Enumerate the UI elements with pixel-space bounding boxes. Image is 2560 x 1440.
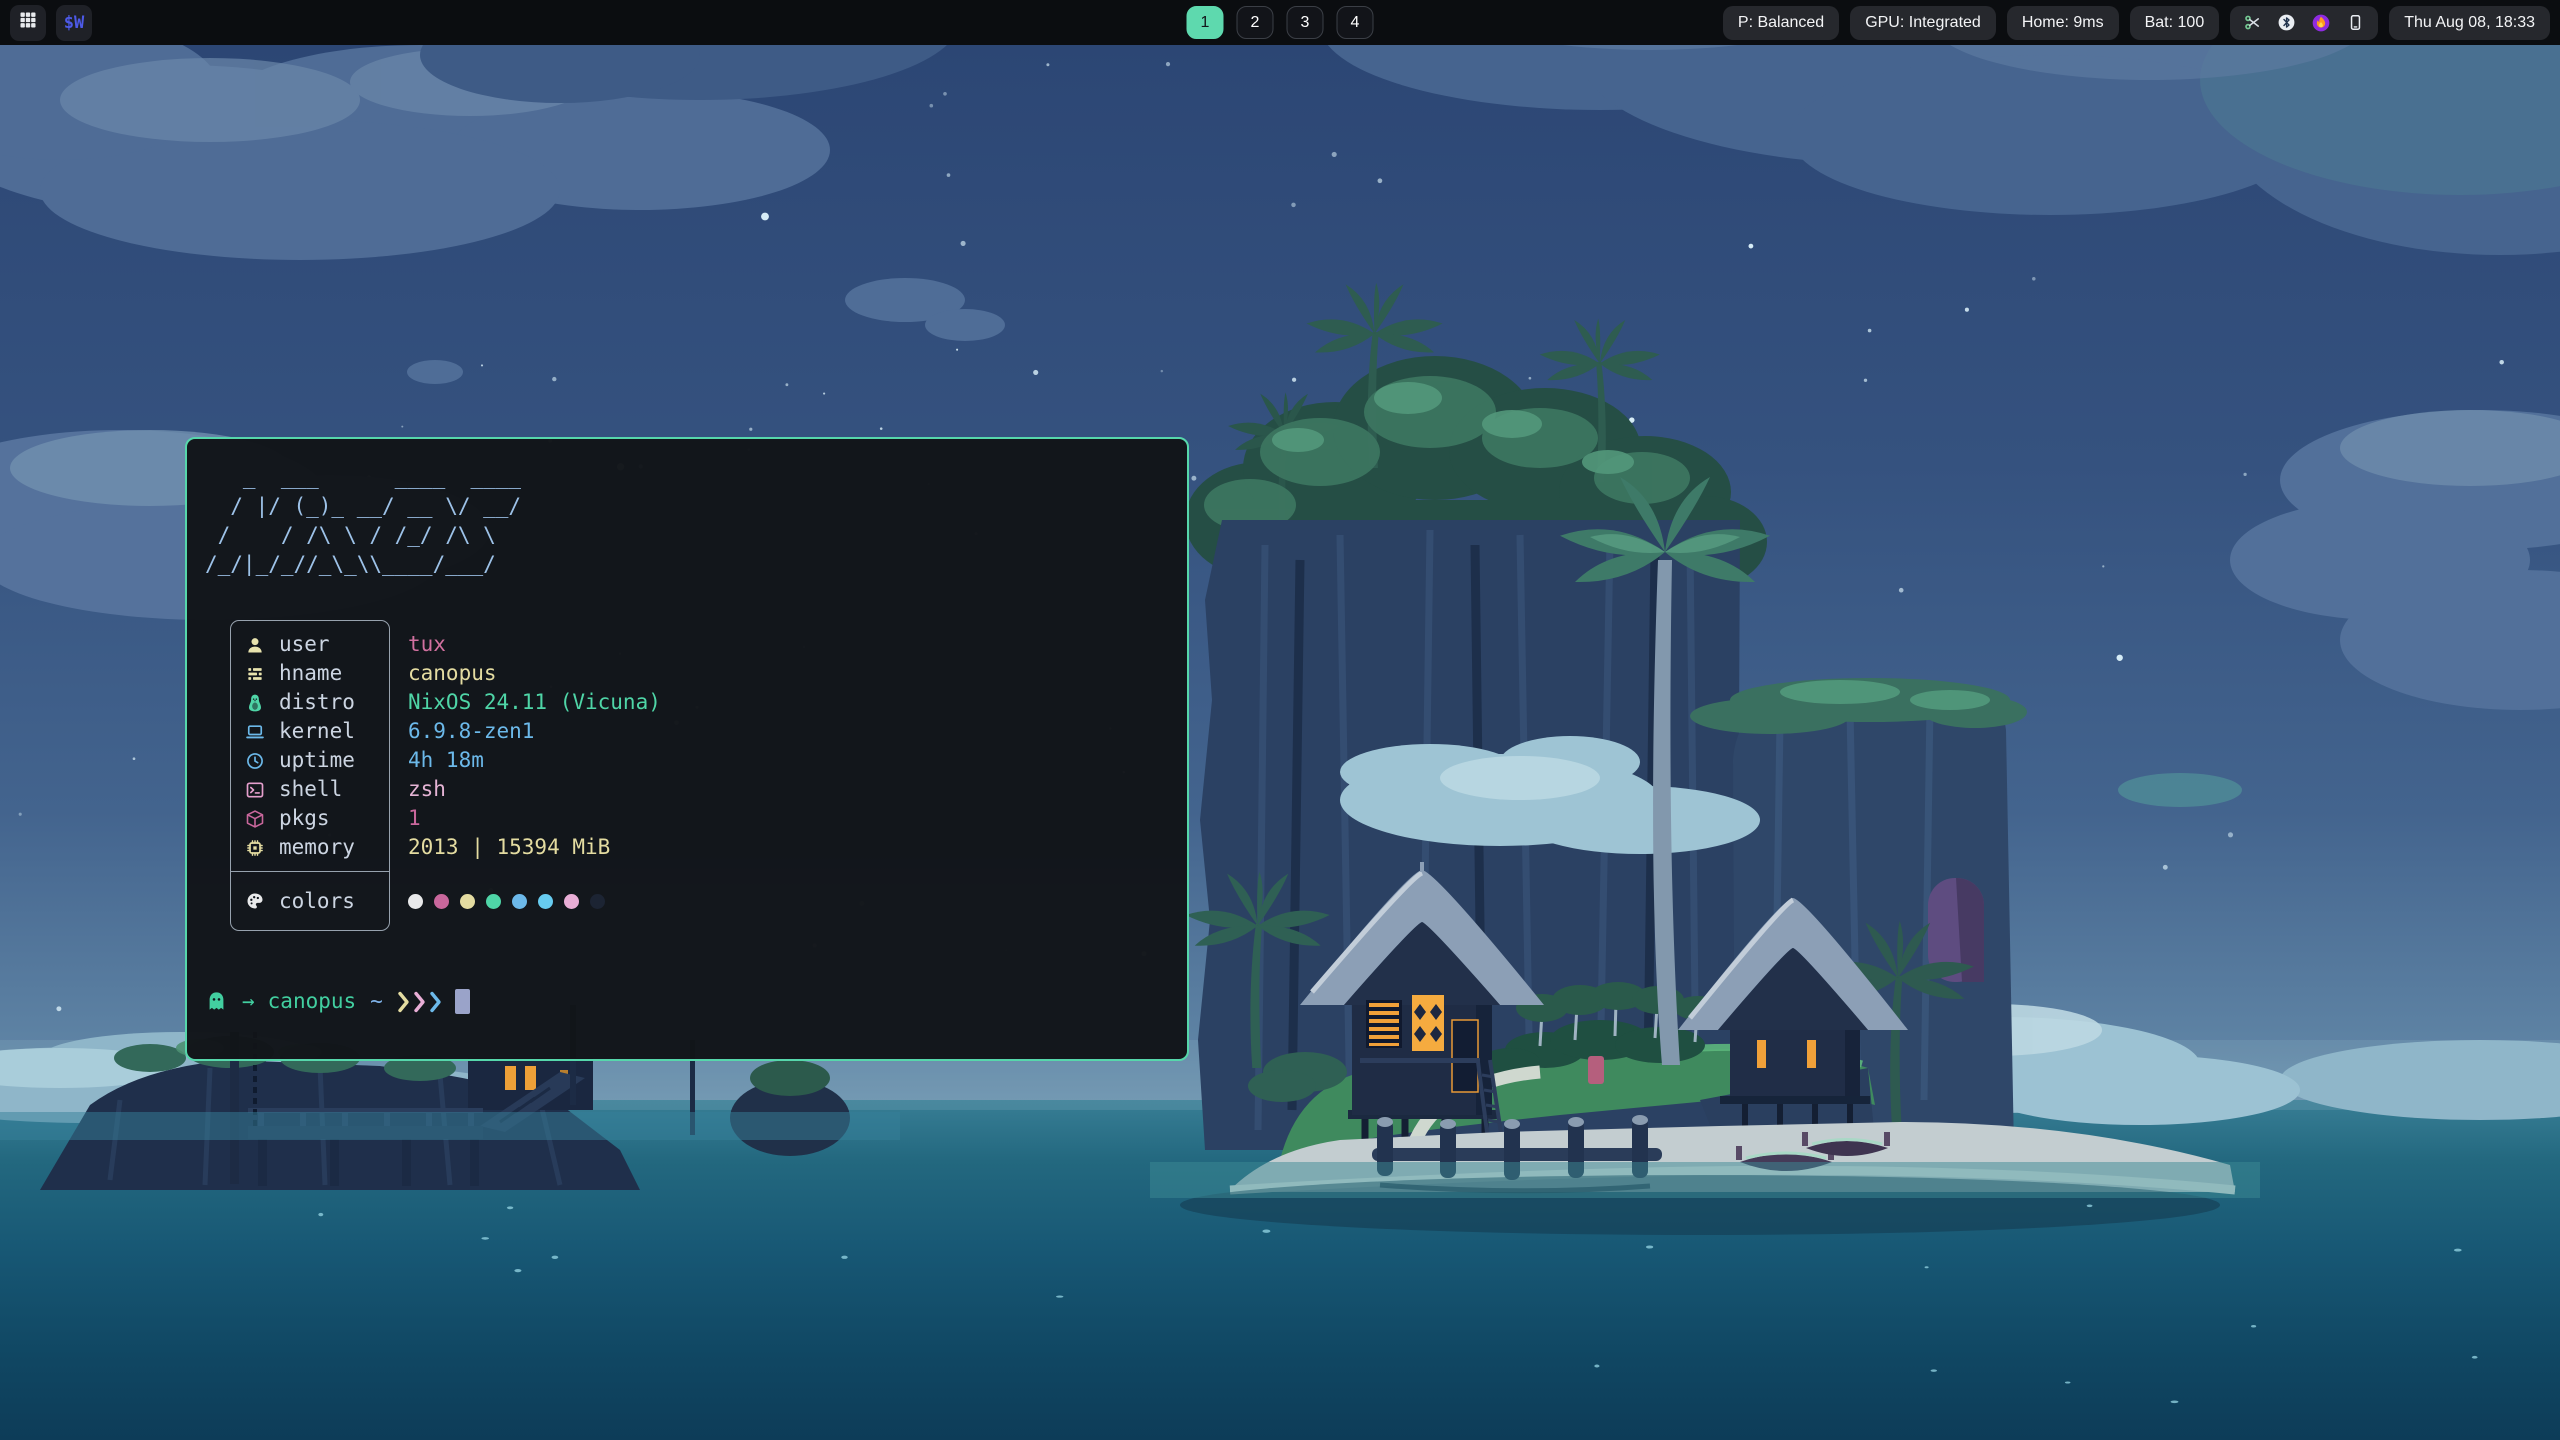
grid-icon (18, 10, 38, 35)
fetch-row-uptime: uptime (231, 746, 389, 775)
chevron-icon (413, 990, 426, 1014)
fetch-labels-box: userhnamedistrokerneluptimeshellpkgsmemo… (230, 620, 390, 931)
palette-dot (512, 894, 527, 909)
list-icon (245, 664, 279, 684)
fetch-row-kernel: kernel (231, 717, 389, 746)
workspace-button-2[interactable]: 2 (1237, 6, 1274, 39)
shell-prompt: → canopus ~ (205, 987, 1167, 1016)
palette-dot (460, 894, 475, 909)
workspace-switcher: 1234 (1187, 6, 1374, 39)
fetch-label: uptime (279, 746, 355, 775)
palette-dot (434, 894, 449, 909)
fetch-values: tuxcanopusNixOS 24.11 (Vicuna)6.9.8-zen1… (408, 630, 661, 931)
chip-icon (245, 838, 279, 858)
fetch-value-hname: canopus (408, 659, 661, 688)
palette-icon (245, 891, 279, 911)
fetch-value-pkgs: 1 (408, 804, 661, 833)
clock-pill[interactable]: Thu Aug 08, 18:33 (2389, 6, 2550, 40)
app-launcher-button[interactable] (10, 5, 46, 41)
ascii-art-nixos: _ ___ ____ ____ / |/ (_)_ __/ __ \/ __/ … (205, 463, 1167, 579)
fetch-value-shell: zsh (408, 775, 661, 804)
status-pill[interactable]: P: Balanced (1723, 6, 1839, 40)
phone-icon[interactable] (2346, 13, 2365, 32)
user-icon (245, 635, 279, 655)
fetch-row-hname: hname (231, 659, 389, 688)
system-tray (2230, 6, 2378, 40)
fetch-row-colors: colors (231, 881, 389, 921)
fetch-label: distro (279, 688, 355, 717)
ghost-icon (205, 990, 228, 1013)
top-bar: $W 1234 P: Balanced GPU: Integrated Home: … (0, 0, 2560, 45)
fetch-row-shell: shell (231, 775, 389, 804)
palette-dot (538, 894, 553, 909)
terminal-icon (245, 780, 279, 800)
fetch-table: userhnamedistrokerneluptimeshellpkgsmemo… (205, 620, 1167, 931)
status-pill[interactable]: Home: 9ms (2007, 6, 2119, 40)
fetch-row-distro: distro (231, 688, 389, 717)
bar-left: $W (10, 5, 92, 41)
bluetooth-icon[interactable] (2277, 13, 2296, 32)
clock-icon (245, 751, 279, 771)
fetch-row-memory: memory (231, 833, 389, 862)
palette-dot (590, 894, 605, 909)
fetch-row-user: user (231, 630, 389, 659)
fetch-value-memory: 2013 | 15394 MiB (408, 833, 661, 862)
prompt-host: canopus (268, 987, 357, 1016)
chevron-icon (429, 990, 442, 1014)
terminal-color-palette (408, 881, 661, 921)
palette-dot (564, 894, 579, 909)
package-icon (245, 809, 279, 829)
fetch-label: memory (279, 833, 355, 862)
laptop-icon (245, 722, 279, 742)
prompt-chevrons (397, 990, 442, 1014)
prompt-path: ~ (370, 987, 383, 1016)
terminal-window[interactable]: _ ___ ____ ____ / |/ (_)_ __/ __ \/ __/ … (185, 437, 1189, 1061)
text-cursor[interactable] (455, 989, 470, 1014)
status-pills: P: Balanced GPU: Integrated Home: 9ms Bat: … (1723, 6, 2219, 40)
workspace-button-4[interactable]: 4 (1337, 6, 1374, 39)
clock-text: Thu Aug 08, 18:33 (2404, 14, 2535, 32)
fetch-label: shell (279, 775, 342, 804)
palette-dot (408, 894, 423, 909)
fetch-value-distro: NixOS 24.11 (Vicuna) (408, 688, 661, 717)
bar-right: P: Balanced GPU: Integrated Home: 9ms Bat: … (1723, 6, 2550, 40)
fetch-value-kernel: 6.9.8-zen1 (408, 717, 661, 746)
lit-window-diamond (1412, 995, 1444, 1051)
logo-button[interactable]: $W (56, 5, 92, 41)
fetch-divider (231, 871, 389, 872)
colors-label: colors (279, 887, 355, 916)
workspace-button-1[interactable]: 1 (1187, 6, 1224, 39)
fetch-label: pkgs (279, 804, 330, 833)
workspace-button-3[interactable]: 3 (1287, 6, 1324, 39)
flame-icon[interactable] (2311, 13, 2331, 33)
lit-window-slats (1366, 1000, 1402, 1048)
penguin-icon (245, 693, 279, 713)
prompt-arrow: → (242, 987, 255, 1016)
fetch-value-user: tux (408, 630, 661, 659)
status-pill[interactable]: GPU: Integrated (1850, 6, 1996, 40)
fetch-value-uptime: 4h 18m (408, 746, 661, 775)
scissors-icon[interactable] (2243, 13, 2262, 32)
chevron-icon (397, 990, 410, 1014)
status-pill[interactable]: Bat: 100 (2130, 6, 2220, 40)
fetch-label: kernel (279, 717, 355, 746)
palette-dot (486, 894, 501, 909)
fetch-row-pkgs: pkgs (231, 804, 389, 833)
fetch-label: user (279, 630, 330, 659)
logo-text: $W (64, 13, 84, 33)
fetch-label: hname (279, 659, 342, 688)
